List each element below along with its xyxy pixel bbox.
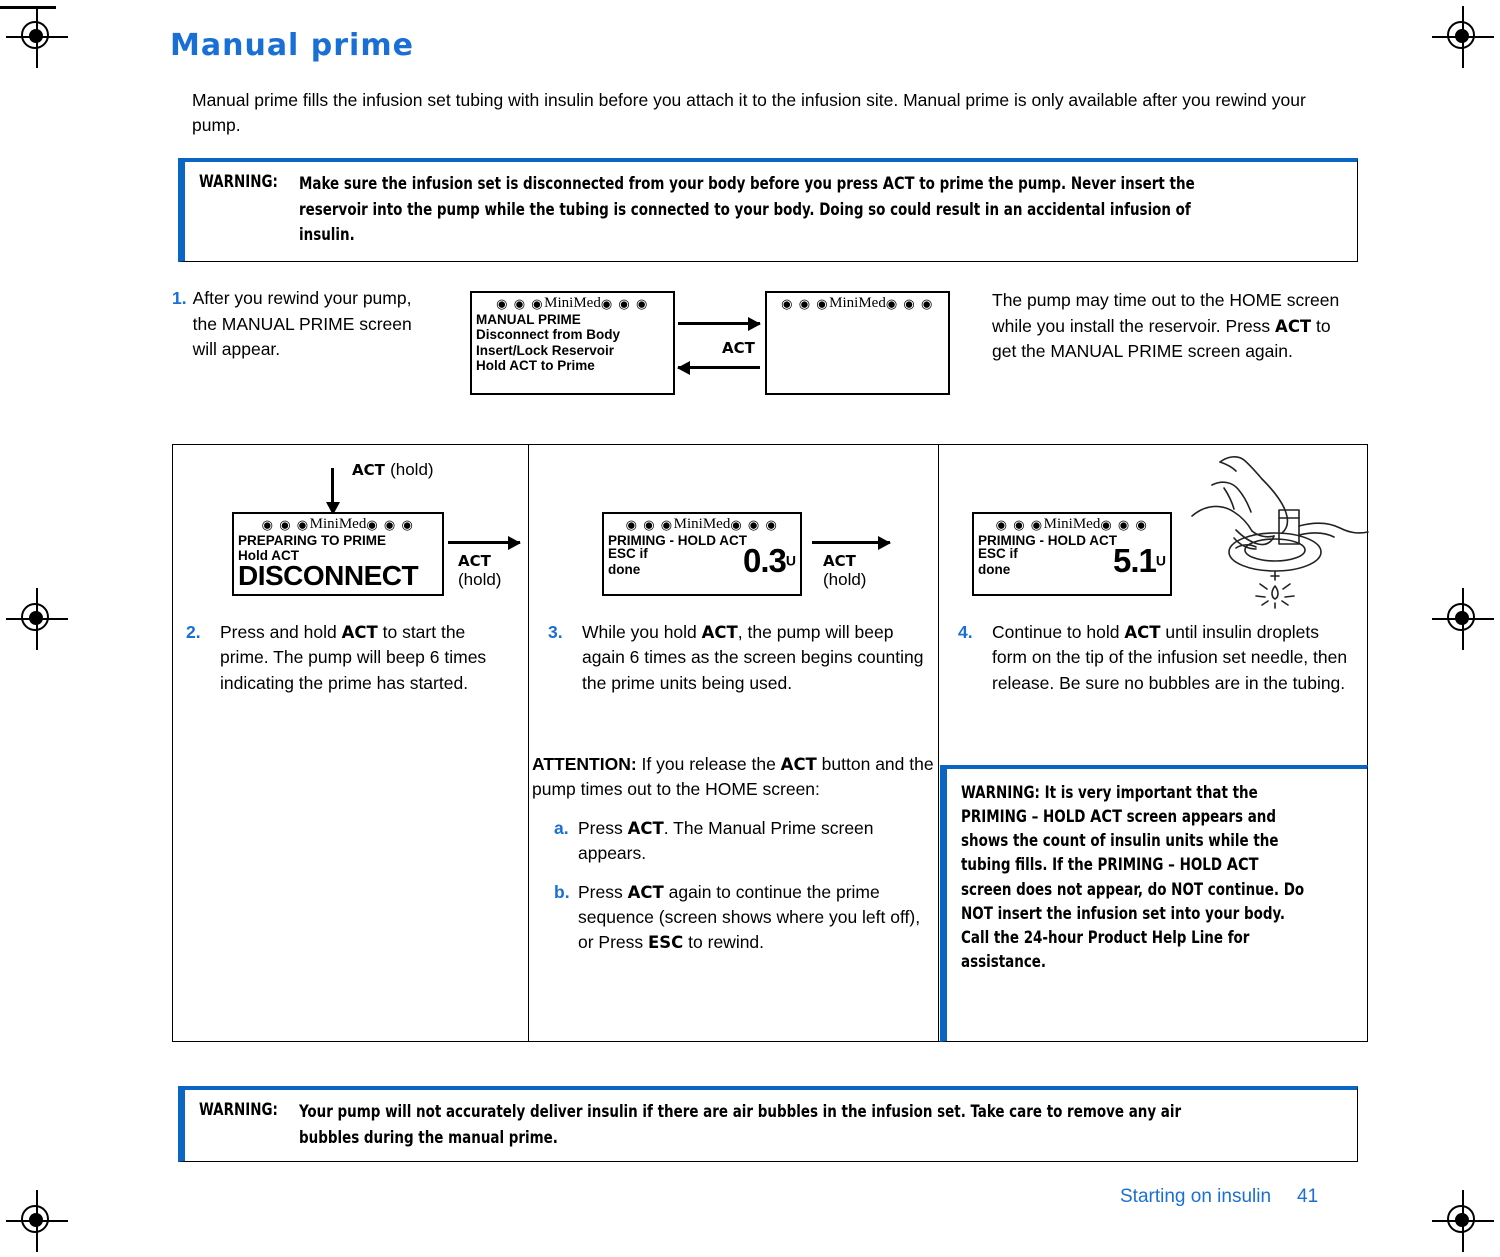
step-2-number: 2. [186,622,201,642]
step-3-instruction: 3. While you hold ACT, the pump will bee… [548,620,934,696]
lcd-line-done: done [978,561,1011,577]
lcd-line-done: done [608,561,641,577]
page-footer: Starting on insulin 41 [1120,1186,1318,1208]
arrow-hold-text: (hold) [823,570,867,589]
lcd-bullets-right: ◉ ◉ ◉ [1100,517,1149,532]
lcd-bullets-left: ◉ ◉ ◉ [496,296,545,311]
attention-item-a-letter: a. [554,817,569,838]
arrow-preparing-to-priming [448,535,521,550]
lcd-brand: MiniMed [309,516,367,532]
lcd-screen-priming-5-1: ◉ ◉ ◉ MiniMed ◉ ◉ ◉ PRIMING - HOLD ACT ESC… [972,512,1172,596]
lcd-line: Disconnect from Body [476,327,621,343]
lcd-bullets-right: ◉ ◉ ◉ [730,517,779,532]
lcd-header-home: ◉ ◉ ◉ MiniMed ◉ ◉ ◉ [767,293,948,311]
warning-label: WARNING: [199,172,278,192]
step-3-number: 3. [548,622,563,642]
lcd-bullets-right: ◉ ◉ ◉ [366,517,415,532]
step-2-text: Press and hold ACT to start the prime. T… [220,622,487,693]
attention-item-a: a. Press ACT. The Manual Prime screen ap… [532,816,936,867]
lcd-brand: MiniMed [544,295,601,311]
lcd-bullets-left: ◉ ◉ ◉ [781,296,830,311]
lcd-screen-home: ◉ ◉ ◉ MiniMed ◉ ◉ ◉ [765,291,950,395]
lcd-bullets-left: ◉ ◉ ◉ [995,517,1044,532]
lcd-header-priming-high: ◉ ◉ ◉ MiniMed ◉ ◉ ◉ [974,514,1170,532]
table-column-divider-2 [938,444,939,1042]
lcd-disconnect-text: DISCONNECT [238,559,419,591]
arrow-priming-to-priming [812,535,891,550]
intro-paragraph: Manual prime fills the infusion set tubi… [192,90,1306,135]
lcd-bullets-left: ◉ ◉ ◉ [625,517,674,532]
warning-box-priming: WARNING: It is very important that the P… [940,765,1368,1042]
lcd-line: MANUAL PRIME [476,312,581,327]
warning-priming-text: WARNING: It is very important that the P… [961,783,1305,972]
lcd-brand: MiniMed [673,516,731,532]
lcd-bullets-right: ◉ ◉ ◉ [600,296,649,311]
page-title: Manual prime [170,28,414,63]
step-1-instruction: 1. After you rewind your pump, the MANUAL… [172,286,447,363]
step-2-instruction: 2. Press and hold ACT to start the prime… [186,620,516,696]
attention-item-a-text: Press ACT. The Manual Prime screen appea… [578,817,874,864]
step-4-number: 4. [958,622,973,642]
arrow-label-act-hold-2: ACT (hold) [823,552,866,590]
lcd-bullets-right: ◉ ◉ ◉ [885,296,934,311]
document-page: Manual prime Manual prime fills the infu… [0,0,1500,1257]
lcd-line: Insert/Lock Reservoir [476,342,615,358]
lcd-screen-manual-prime: ◉ ◉ ◉ MiniMed ◉ ◉ ◉ MANUAL PRIME Disconnec… [470,291,675,395]
footer-section-label: Starting on insulin [1120,1186,1272,1207]
lcd-header-priming-low: ◉ ◉ ◉ MiniMed ◉ ◉ ◉ [604,514,800,532]
lcd-prime-unit: U [785,552,796,569]
arrow-act-text: ACT [458,552,491,570]
arrow-label-act-hold-top: ACT (hold) [352,460,434,480]
lcd-line-esc: ESC if [608,546,648,562]
step-1-note: The pump may time out to the HOME screen… [992,290,1340,362]
arrow-act-text: ACT [823,552,856,570]
attention-item-b: b. Press ACT again to continue the prime… [532,880,936,956]
arrow-label-act-hold-1: ACT (hold) [458,552,501,590]
footer-page-number: 41 [1297,1186,1319,1207]
warning-label: WARNING: [199,1100,278,1120]
warning-text: Your pump will not accurately deliver in… [298,1102,1181,1148]
lcd-prime-value: 0.3 [743,541,787,579]
lcd-brand: MiniMed [1043,516,1101,532]
step-3-text: While you hold ACT, the pump will beep a… [582,622,924,693]
lcd-line: Hold ACT to Prime [476,357,595,373]
attention-item-b-text: Press ACT again to continue the prime se… [578,881,921,953]
arrow-hold-text: (hold) [390,460,434,479]
arrow-hold-text: (hold) [458,570,502,589]
attention-block: ATTENTION: If you release the ACT button… [532,752,936,956]
step-4-text: Continue to hold ACT until insulin dropl… [992,622,1348,693]
lcd-line: PREPARING TO PRIME [238,533,387,548]
arrow-label-act: ACT [722,339,755,357]
attention-lead-line: ATTENTION: If you release the ACT button… [532,752,936,803]
lcd-screen-preparing-to-prime: ◉ ◉ ◉ MiniMed ◉ ◉ ◉ PREPARING TO PRIME Hol… [232,512,444,596]
lcd-bullets-left: ◉ ◉ ◉ [261,517,310,532]
attention-label: ATTENTION: [532,754,637,774]
hand-infusion-set-illustration [1178,452,1378,610]
lcd-line-esc: ESC if [978,546,1018,562]
lcd-header-preparing: ◉ ◉ ◉ MiniMed ◉ ◉ ◉ [234,514,442,532]
arrow-manual-to-home [678,316,761,331]
warning-box-top: WARNING: Make sure the infusion set is d… [178,158,1358,262]
lcd-prime-value: 5.1 [1113,541,1157,579]
warning-box-bottom: WARNING: Your pump will not accurately d… [178,1086,1358,1162]
arrow-act-text: ACT [352,461,385,479]
lcd-header-manual-prime: ◉ ◉ ◉ MiniMed ◉ ◉ ◉ [472,293,673,311]
arrow-home-to-manual [677,360,760,375]
step-1-number: 1. [172,288,187,308]
lcd-brand: MiniMed [829,295,886,311]
table-column-divider-1 [528,444,529,1042]
step-1-text: After you rewind your pump, the MANUAL P… [192,288,412,360]
arrow-down-into-preparing [325,468,340,515]
attention-item-b-letter: b. [554,881,570,902]
step-4-instruction: 4. Continue to hold ACT until insulin dr… [958,620,1358,696]
warning-text: Make sure the infusion set is disconnect… [298,174,1195,245]
lcd-screen-priming-0-3: ◉ ◉ ◉ MiniMed ◉ ◉ ◉ PRIMING - HOLD ACT ESC… [602,512,802,596]
lcd-prime-unit: U [1155,552,1166,569]
